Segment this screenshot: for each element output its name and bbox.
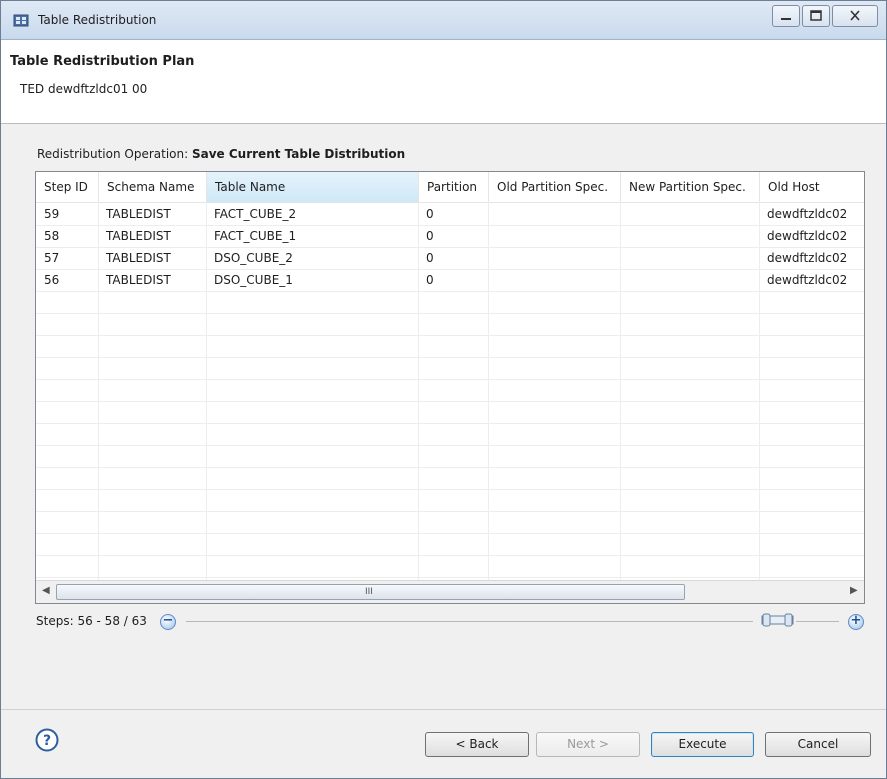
operation-line: Redistribution Operation: Save Current T… <box>37 147 405 161</box>
column-header-table-name[interactable]: Table Name <box>207 172 419 202</box>
cell-new-partition-spec <box>620 247 759 269</box>
minimize-button[interactable] <box>772 5 800 27</box>
table-row[interactable]: 57 TABLEDIST DSO_CUBE_2 0 dewdftzldc02 <box>36 247 864 270</box>
empty-row <box>36 335 864 358</box>
empty-row <box>36 357 864 380</box>
cell-partition: 0 <box>426 207 434 221</box>
cell-new-partition-spec <box>620 225 759 247</box>
minus-icon: − <box>162 613 174 628</box>
redistribution-table[interactable]: Step ID Schema Name Table Name Partition… <box>35 171 865 604</box>
table-header: Step ID Schema Name Table Name Partition… <box>36 172 864 203</box>
cell-partition: 0 <box>426 229 434 243</box>
empty-row <box>36 445 864 468</box>
empty-row <box>36 489 864 512</box>
empty-row <box>36 401 864 424</box>
dialog-header: Table Redistribution Plan TED dewdftzldc… <box>1 40 886 124</box>
steps-value: 56 - 58 / 63 <box>77 614 147 628</box>
cell-old-partition-spec <box>488 225 620 247</box>
cell-step-id: 59 <box>44 207 60 221</box>
empty-row <box>36 291 864 314</box>
cell-partition: 0 <box>426 273 434 287</box>
minimize-icon <box>781 18 791 20</box>
cell-old-host: dewdftzldc02 <box>767 229 848 243</box>
svg-text:?: ? <box>43 733 51 749</box>
close-icon <box>850 10 860 21</box>
cell-new-partition-spec <box>620 269 759 291</box>
cell-old-partition-spec <box>488 269 620 291</box>
horizontal-scrollbar[interactable]: ◀ III ▶ <box>36 580 864 603</box>
maximize-icon <box>810 10 822 21</box>
cell-schema-name: TABLEDIST <box>106 251 171 265</box>
cell-schema-name: TABLEDIST <box>106 207 171 221</box>
empty-row <box>36 379 864 402</box>
empty-row <box>36 511 864 534</box>
cell-new-partition-spec <box>620 203 759 225</box>
steps-slider-handle[interactable] <box>761 613 794 627</box>
cell-table-name: DSO_CUBE_1 <box>214 273 293 287</box>
cell-schema-name: TABLEDIST <box>106 273 171 287</box>
operation-value: Save Current Table Distribution <box>191 147 406 161</box>
cell-table-name: DSO_CUBE_2 <box>214 251 293 265</box>
table-row[interactable]: 58 TABLEDIST FACT_CUBE_1 0 dewdftzldc02 <box>36 225 864 248</box>
steps-indicator: Steps: 56 - 58 / 63 <box>36 614 147 628</box>
execute-button[interactable]: Execute <box>651 732 754 757</box>
cell-old-host: dewdftzldc02 <box>767 207 848 221</box>
cell-partition: 0 <box>426 251 434 265</box>
scroll-right-icon[interactable]: ▶ <box>850 585 858 596</box>
page-subtitle: TED dewdftzldc01 00 <box>20 82 148 96</box>
empty-row <box>36 423 864 446</box>
title-bar[interactable]: Table Redistribution <box>1 1 886 40</box>
column-header-old-host[interactable]: Old Host <box>760 172 864 202</box>
footer-divider <box>1 709 886 710</box>
cell-old-partition-spec <box>488 203 620 225</box>
steps-label: Steps: <box>36 614 74 628</box>
scrollbar-grip: III <box>365 587 373 597</box>
empty-row <box>36 555 864 578</box>
steps-slider-track-right[interactable] <box>796 621 839 622</box>
cell-step-id: 57 <box>44 251 60 265</box>
zoom-in-button[interactable]: + <box>848 613 864 630</box>
column-header-old-partition-spec[interactable]: Old Partition Spec. <box>489 172 621 202</box>
cell-old-host: dewdftzldc02 <box>767 251 848 265</box>
empty-row <box>36 313 864 336</box>
cancel-button[interactable]: Cancel <box>765 732 871 757</box>
cell-table-name: FACT_CUBE_1 <box>214 229 297 243</box>
window-title: Table Redistribution <box>38 13 157 27</box>
close-button[interactable] <box>832 5 878 27</box>
table-row[interactable]: 59 TABLEDIST FACT_CUBE_2 0 dewdftzldc02 <box>36 203 864 226</box>
cell-step-id: 56 <box>44 273 60 287</box>
operation-label: Redistribution Operation: <box>37 147 189 161</box>
column-header-step-id[interactable]: Step ID <box>36 172 99 202</box>
empty-row <box>36 467 864 490</box>
next-button[interactable]: Next > <box>536 732 640 757</box>
plus-icon: + <box>850 613 862 628</box>
zoom-out-button[interactable]: − <box>160 613 176 630</box>
app-table-icon <box>13 14 29 27</box>
cell-old-partition-spec <box>488 247 620 269</box>
back-button[interactable]: < Back <box>425 732 529 757</box>
cell-old-host: dewdftzldc02 <box>767 273 848 287</box>
maximize-button[interactable] <box>802 5 830 27</box>
column-header-partition[interactable]: Partition <box>419 172 489 202</box>
cell-table-name: FACT_CUBE_2 <box>214 207 297 221</box>
cell-schema-name: TABLEDIST <box>106 229 171 243</box>
column-header-schema-name[interactable]: Schema Name <box>99 172 207 202</box>
scroll-left-icon[interactable]: ◀ <box>42 585 50 596</box>
empty-row <box>36 533 864 556</box>
scrollbar-thumb[interactable]: III <box>56 584 685 600</box>
table-row[interactable]: 56 TABLEDIST DSO_CUBE_1 0 dewdftzldc02 <box>36 269 864 292</box>
dialog-window: Table Redistribution Table Redistributio… <box>0 0 887 779</box>
help-icon[interactable]: ? <box>35 728 59 752</box>
steps-slider-track[interactable] <box>186 621 753 622</box>
page-title: Table Redistribution Plan <box>10 54 195 69</box>
column-header-new-partition-spec[interactable]: New Partition Spec. <box>621 172 760 202</box>
cell-step-id: 58 <box>44 229 60 243</box>
